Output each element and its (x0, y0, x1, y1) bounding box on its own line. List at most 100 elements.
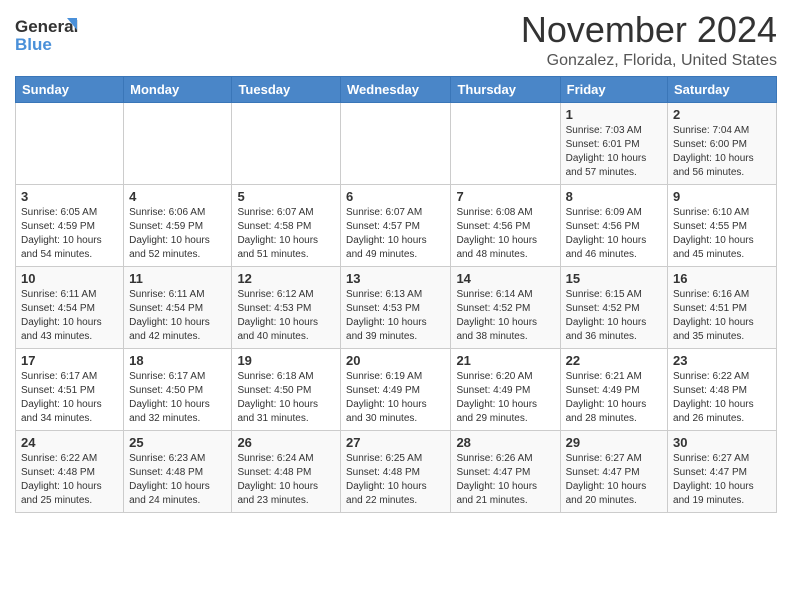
location-title: Gonzalez, Florida, United States (521, 52, 777, 70)
calendar-week-row: 24 Sunrise: 6:22 AM Sunset: 4:48 PM Dayli… (16, 430, 777, 512)
day-info: Sunrise: 6:20 AM Sunset: 4:49 PM Dayligh… (456, 370, 554, 426)
calendar-cell: 28Sunrise: 6:26 AM Sunset: 4:47 PM Dayli… (451, 430, 560, 512)
day-info: Sunrise: 6:14 AM Sunset: 4:52 PM Dayligh… (456, 288, 554, 344)
day-number: 29 (566, 435, 662, 450)
day-info: Sunrise: 6:10 AM Sunset: 4:55 PM Dayligh… (673, 206, 771, 262)
day-number: 23 (673, 353, 771, 368)
weekday-header-thursday: Thursday (451, 76, 560, 102)
calendar-week-row: 10 Sunrise: 6:11 AM Sunset: 4:54 PM Dayli… (16, 266, 777, 348)
day-info: Sunrise: 6:18 AM Sunset: 4:50 PM Dayligh… (237, 370, 335, 426)
calendar-cell: 3Sunrise: 6:05 AM Sunset: 4:59 PM Daylig… (16, 184, 124, 266)
calendar-cell: 12 Sunrise: 6:12 AM Sunset: 4:53 PM Dayli… (232, 266, 341, 348)
day-info: Sunrise: 6:15 AM Sunset: 4:52 PM Dayligh… (566, 288, 662, 344)
calendar-cell: 4 Sunrise: 6:06 AM Sunset: 4:59 PM Daylig… (124, 184, 232, 266)
day-info: Sunrise: 6:22 AM Sunset: 4:48 PM Dayligh… (21, 452, 118, 508)
calendar-week-row: 1 Sunrise: 7:03 AM Sunset: 6:01 PM Daylig… (16, 102, 777, 184)
day-number: 7 (456, 189, 554, 204)
page: General Blue November 2024 Gonzalez, Flo… (0, 0, 792, 523)
day-number: 11 (129, 271, 226, 286)
day-info: Sunrise: 6:12 AM Sunset: 4:53 PM Dayligh… (237, 288, 335, 344)
logo: General Blue (15, 10, 85, 58)
day-info: Sunrise: 6:11 AM Sunset: 4:54 PM Dayligh… (21, 288, 118, 344)
calendar-cell: 18 Sunrise: 6:17 AM Sunset: 4:50 PM Dayli… (124, 348, 232, 430)
day-info: Sunrise: 6:06 AM Sunset: 4:59 PM Dayligh… (129, 206, 226, 262)
day-info: Sunrise: 6:23 AM Sunset: 4:48 PM Dayligh… (129, 452, 226, 508)
calendar-cell (124, 102, 232, 184)
day-info: Sunrise: 6:25 AM Sunset: 4:48 PM Dayligh… (346, 452, 445, 508)
day-number: 13 (346, 271, 445, 286)
day-info: Sunrise: 6:17 AM Sunset: 4:50 PM Dayligh… (129, 370, 226, 426)
day-number: 18 (129, 353, 226, 368)
day-number: 26 (237, 435, 335, 450)
day-number: 24 (21, 435, 118, 450)
calendar-cell: 13 Sunrise: 6:13 AM Sunset: 4:53 PM Dayli… (341, 266, 451, 348)
calendar-cell: 30 Sunrise: 6:27 AM Sunset: 4:47 PM Dayli… (668, 430, 777, 512)
day-number: 27 (346, 435, 445, 450)
day-number: 25 (129, 435, 226, 450)
day-number: 30 (673, 435, 771, 450)
weekday-header-monday: Monday (124, 76, 232, 102)
calendar-cell: 25 Sunrise: 6:23 AM Sunset: 4:48 PM Dayli… (124, 430, 232, 512)
calendar-cell: 26 Sunrise: 6:24 AM Sunset: 4:48 PM Dayli… (232, 430, 341, 512)
day-number: 22 (566, 353, 662, 368)
calendar-cell: 10 Sunrise: 6:11 AM Sunset: 4:54 PM Dayli… (16, 266, 124, 348)
calendar-cell: 27 Sunrise: 6:25 AM Sunset: 4:48 PM Dayli… (341, 430, 451, 512)
day-number: 8 (566, 189, 662, 204)
calendar-cell: 11 Sunrise: 6:11 AM Sunset: 4:54 PM Dayli… (124, 266, 232, 348)
day-info: Sunrise: 6:07 AM Sunset: 4:57 PM Dayligh… (346, 206, 445, 262)
calendar-cell: 17Sunrise: 6:17 AM Sunset: 4:51 PM Dayli… (16, 348, 124, 430)
header: General Blue November 2024 Gonzalez, Flo… (15, 10, 777, 70)
day-info: Sunrise: 7:04 AM Sunset: 6:00 PM Dayligh… (673, 124, 771, 180)
day-info: Sunrise: 6:07 AM Sunset: 4:58 PM Dayligh… (237, 206, 335, 262)
calendar-cell: 23 Sunrise: 6:22 AM Sunset: 4:48 PM Dayli… (668, 348, 777, 430)
calendar-cell: 16Sunrise: 6:16 AM Sunset: 4:51 PM Dayli… (668, 266, 777, 348)
weekday-header-tuesday: Tuesday (232, 76, 341, 102)
calendar-week-row: 3Sunrise: 6:05 AM Sunset: 4:59 PM Daylig… (16, 184, 777, 266)
day-info: Sunrise: 6:26 AM Sunset: 4:47 PM Dayligh… (456, 452, 554, 508)
calendar-week-row: 17Sunrise: 6:17 AM Sunset: 4:51 PM Dayli… (16, 348, 777, 430)
day-number: 3 (21, 189, 118, 204)
calendar-cell: 6 Sunrise: 6:07 AM Sunset: 4:57 PM Daylig… (341, 184, 451, 266)
calendar-cell: 20 Sunrise: 6:19 AM Sunset: 4:49 PM Dayli… (341, 348, 451, 430)
calendar-cell: 19 Sunrise: 6:18 AM Sunset: 4:50 PM Dayli… (232, 348, 341, 430)
day-number: 5 (237, 189, 335, 204)
calendar-cell: 1 Sunrise: 7:03 AM Sunset: 6:01 PM Daylig… (560, 102, 667, 184)
day-number: 6 (346, 189, 445, 204)
day-info: Sunrise: 6:11 AM Sunset: 4:54 PM Dayligh… (129, 288, 226, 344)
calendar-cell: 15 Sunrise: 6:15 AM Sunset: 4:52 PM Dayli… (560, 266, 667, 348)
logo-svg: General Blue (15, 10, 85, 58)
calendar-cell: 9Sunrise: 6:10 AM Sunset: 4:55 PM Daylig… (668, 184, 777, 266)
day-info: Sunrise: 6:22 AM Sunset: 4:48 PM Dayligh… (673, 370, 771, 426)
weekday-header-wednesday: Wednesday (341, 76, 451, 102)
day-info: Sunrise: 6:13 AM Sunset: 4:53 PM Dayligh… (346, 288, 445, 344)
calendar-cell: 29Sunrise: 6:27 AM Sunset: 4:47 PM Dayli… (560, 430, 667, 512)
day-number: 2 (673, 107, 771, 122)
day-number: 12 (237, 271, 335, 286)
svg-text:Blue: Blue (15, 35, 52, 54)
day-number: 19 (237, 353, 335, 368)
calendar-cell: 8 Sunrise: 6:09 AM Sunset: 4:56 PM Daylig… (560, 184, 667, 266)
day-info: Sunrise: 7:03 AM Sunset: 6:01 PM Dayligh… (566, 124, 662, 180)
calendar-cell (16, 102, 124, 184)
weekday-header-sunday: Sunday (16, 76, 124, 102)
day-info: Sunrise: 6:21 AM Sunset: 4:49 PM Dayligh… (566, 370, 662, 426)
day-number: 1 (566, 107, 662, 122)
day-info: Sunrise: 6:24 AM Sunset: 4:48 PM Dayligh… (237, 452, 335, 508)
weekday-header-friday: Friday (560, 76, 667, 102)
day-number: 20 (346, 353, 445, 368)
day-info: Sunrise: 6:16 AM Sunset: 4:51 PM Dayligh… (673, 288, 771, 344)
calendar-cell: 22 Sunrise: 6:21 AM Sunset: 4:49 PM Dayli… (560, 348, 667, 430)
calendar-cell: 14 Sunrise: 6:14 AM Sunset: 4:52 PM Dayli… (451, 266, 560, 348)
day-info: Sunrise: 6:27 AM Sunset: 4:47 PM Dayligh… (673, 452, 771, 508)
calendar-cell: 7Sunrise: 6:08 AM Sunset: 4:56 PM Daylig… (451, 184, 560, 266)
day-number: 4 (129, 189, 226, 204)
day-number: 14 (456, 271, 554, 286)
day-number: 10 (21, 271, 118, 286)
calendar-table: SundayMondayTuesdayWednesdayThursdayFrid… (15, 76, 777, 513)
day-number: 17 (21, 353, 118, 368)
day-number: 15 (566, 271, 662, 286)
calendar-cell: 21Sunrise: 6:20 AM Sunset: 4:49 PM Dayli… (451, 348, 560, 430)
day-info: Sunrise: 6:09 AM Sunset: 4:56 PM Dayligh… (566, 206, 662, 262)
calendar-cell: 5 Sunrise: 6:07 AM Sunset: 4:58 PM Daylig… (232, 184, 341, 266)
day-info: Sunrise: 6:19 AM Sunset: 4:49 PM Dayligh… (346, 370, 445, 426)
